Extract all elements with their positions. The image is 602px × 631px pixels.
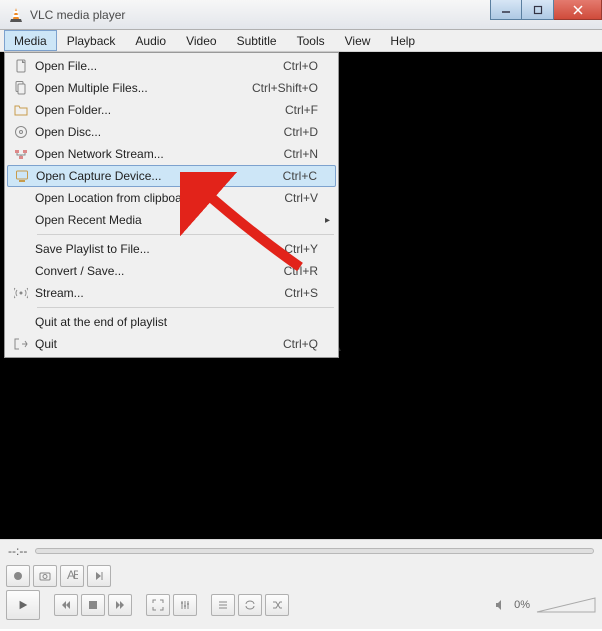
- menu-item-shortcut: Ctrl+C: [283, 169, 317, 183]
- controls-panel: AB 0%: [0, 561, 602, 629]
- menu-item-label: Quit: [35, 337, 271, 351]
- menu-help[interactable]: Help: [380, 30, 425, 51]
- menu-item-open-folder[interactable]: Open Folder... Ctrl+F: [7, 99, 336, 121]
- menu-item-shortcut: Ctrl+N: [284, 147, 318, 161]
- menu-item-open-disc[interactable]: Open Disc... Ctrl+D: [7, 121, 336, 143]
- menu-item-label: Open File...: [35, 59, 271, 73]
- menu-item-label: Open Location from clipboard: [35, 191, 272, 205]
- menu-item-open-multiple-files[interactable]: Open Multiple Files... Ctrl+Shift+O: [7, 77, 336, 99]
- menu-item-shortcut: Ctrl+F: [285, 103, 318, 117]
- menu-item-open-network-stream[interactable]: Open Network Stream... Ctrl+N: [7, 143, 336, 165]
- menu-video[interactable]: Video: [176, 30, 226, 51]
- menu-item-label: Open Capture Device...: [36, 169, 271, 183]
- seek-track[interactable]: [35, 548, 594, 554]
- loop-button[interactable]: [238, 594, 262, 616]
- shuffle-button[interactable]: [265, 594, 289, 616]
- playlist-button[interactable]: [211, 594, 235, 616]
- menu-item-quit-at-the-end-of-playlist[interactable]: Quit at the end of playlist: [7, 311, 336, 333]
- menu-item-save-playlist-to-file[interactable]: Save Playlist to File... Ctrl+Y: [7, 238, 336, 260]
- menu-item-open-recent-media[interactable]: Open Recent Media: [7, 209, 336, 231]
- next-button[interactable]: [108, 594, 132, 616]
- stop-button[interactable]: [81, 594, 105, 616]
- menu-item-label: Open Folder...: [35, 103, 273, 117]
- window-maximize-button[interactable]: [522, 0, 554, 20]
- folder-icon: [7, 103, 35, 117]
- window-minimize-button[interactable]: [490, 0, 522, 20]
- time-elapsed: --:--: [8, 544, 27, 558]
- menu-item-shortcut: Ctrl+R: [284, 264, 318, 278]
- seek-bar: --:--: [0, 539, 602, 561]
- ext-settings-button[interactable]: [173, 594, 197, 616]
- menu-item-label: Convert / Save...: [35, 264, 272, 278]
- menu-bar: MediaPlaybackAudioVideoSubtitleToolsView…: [0, 30, 602, 52]
- window-close-button[interactable]: [554, 0, 602, 20]
- menu-item-shortcut: Ctrl+V: [284, 191, 318, 205]
- video-stage: Open File... Ctrl+O Open Multiple Files...…: [0, 52, 602, 539]
- media-menu-dropdown: Open File... Ctrl+O Open Multiple Files...…: [4, 52, 339, 358]
- fullscreen-button[interactable]: [146, 594, 170, 616]
- menu-media[interactable]: Media: [4, 30, 57, 51]
- title-bar: VLC media player: [0, 0, 602, 30]
- vlc-logo-icon: [8, 7, 24, 23]
- menu-separator: [37, 307, 334, 308]
- menu-audio[interactable]: Audio: [125, 30, 176, 51]
- menu-separator: [37, 234, 334, 235]
- menu-item-label: Open Multiple Files...: [35, 81, 240, 95]
- snapshot-button[interactable]: [33, 565, 57, 587]
- record-button[interactable]: [6, 565, 30, 587]
- volume-percent: 0%: [514, 599, 530, 611]
- menu-item-label: Stream...: [35, 286, 272, 300]
- quit-icon: [7, 337, 35, 351]
- prev-button[interactable]: [54, 594, 78, 616]
- frame-step-button[interactable]: [87, 565, 111, 587]
- menu-item-shortcut: Ctrl+S: [284, 286, 318, 300]
- capture-icon: [8, 169, 36, 183]
- menu-item-shortcut: Ctrl+D: [284, 125, 318, 139]
- file-icon: [7, 59, 35, 73]
- menu-item-shortcut: Ctrl+O: [283, 59, 318, 73]
- menu-item-shortcut: Ctrl+Shift+O: [252, 81, 318, 95]
- stream-icon: [7, 286, 35, 300]
- menu-item-label: Open Network Stream...: [35, 147, 272, 161]
- network-icon: [7, 147, 35, 161]
- menu-view[interactable]: View: [335, 30, 381, 51]
- svg-text:B: B: [73, 570, 78, 582]
- loop-ab-button[interactable]: AB: [60, 565, 84, 587]
- menu-tools[interactable]: Tools: [287, 30, 335, 51]
- window-title: VLC media player: [30, 8, 125, 22]
- menu-item-label: Open Disc...: [35, 125, 272, 139]
- menu-item-open-file[interactable]: Open File... Ctrl+O: [7, 55, 336, 77]
- menu-item-stream[interactable]: Stream... Ctrl+S: [7, 282, 336, 304]
- menu-playback[interactable]: Playback: [57, 30, 126, 51]
- menu-subtitle[interactable]: Subtitle: [227, 30, 287, 51]
- volume-slider[interactable]: [536, 596, 596, 614]
- menu-item-label: Save Playlist to File...: [35, 242, 272, 256]
- menu-item-convert-save[interactable]: Convert / Save... Ctrl+R: [7, 260, 336, 282]
- menu-item-label: Quit at the end of playlist: [35, 315, 318, 329]
- menu-item-quit[interactable]: Quit Ctrl+Q: [7, 333, 336, 355]
- menu-item-open-location-from-clipboard[interactable]: Open Location from clipboard Ctrl+V: [7, 187, 336, 209]
- menu-item-label: Open Recent Media: [35, 213, 318, 227]
- disc-icon: [7, 125, 35, 139]
- menu-item-shortcut: Ctrl+Q: [283, 337, 318, 351]
- files-icon: [7, 81, 35, 95]
- volume-icon[interactable]: [494, 598, 508, 612]
- play-button[interactable]: [6, 590, 40, 620]
- menu-item-shortcut: Ctrl+Y: [284, 242, 318, 256]
- menu-item-open-capture-device[interactable]: Open Capture Device... Ctrl+C: [7, 165, 336, 187]
